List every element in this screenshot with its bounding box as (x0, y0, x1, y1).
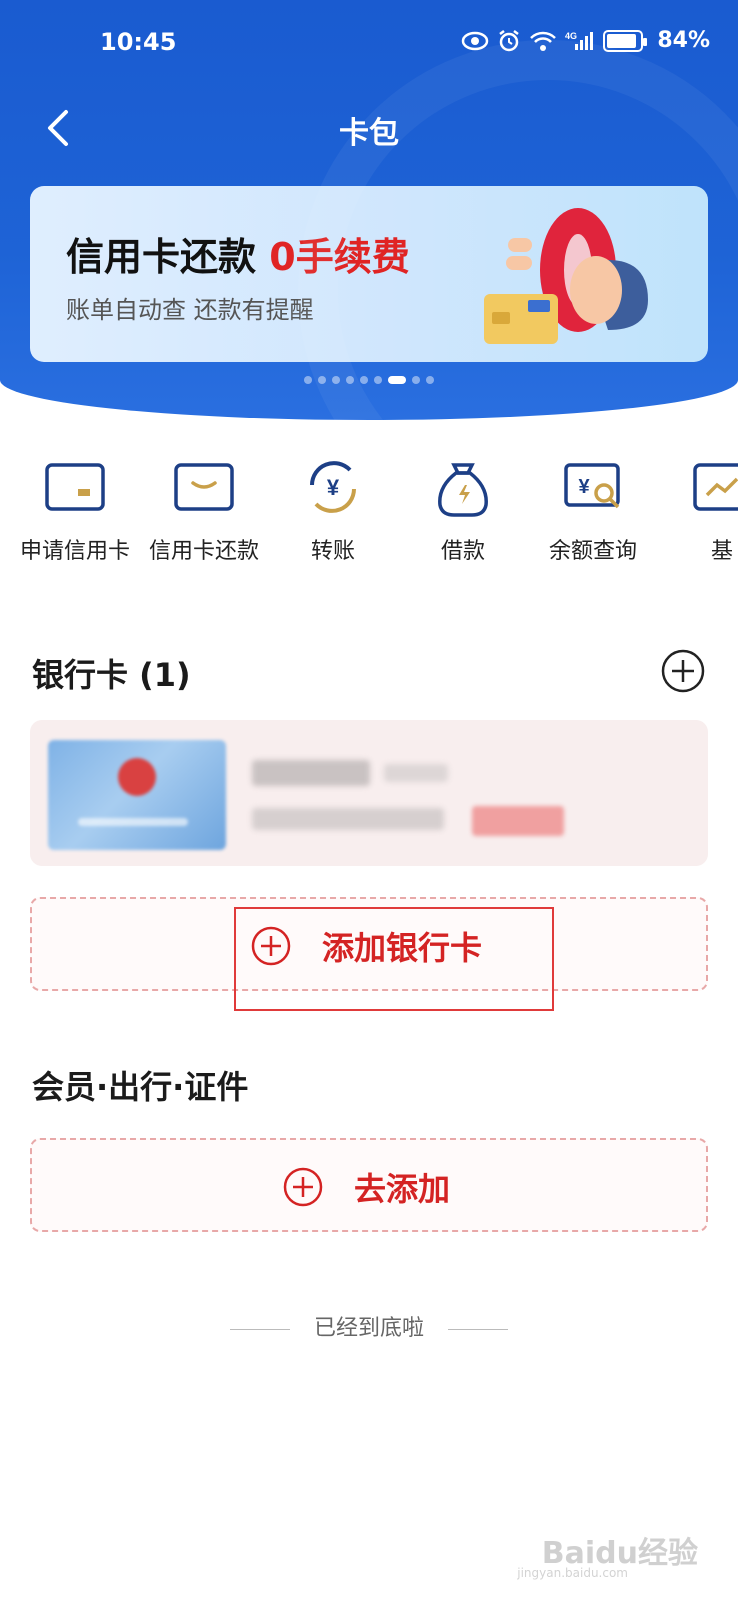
pagination-dot[interactable] (304, 376, 312, 384)
pagination-dot[interactable] (346, 376, 354, 384)
fund-icon (693, 463, 738, 511)
battery-icon (603, 29, 648, 52)
quick-action-balance-query[interactable]: ¥ 余额查询 (523, 455, 663, 565)
bank-card-section-title: 银行卡 (1) (32, 656, 191, 694)
svg-text:¥: ¥ (578, 476, 590, 498)
pagination-dot[interactable] (412, 376, 420, 384)
quick-action-label: 转账 (310, 539, 355, 564)
pagination-dot-active[interactable] (388, 376, 406, 384)
pagination-dot[interactable] (318, 376, 326, 384)
divider-left (229, 1328, 290, 1330)
add-bank-card-row: 添加银行卡 (250, 923, 482, 969)
battery-percent: 84% (657, 28, 710, 53)
quick-action-fund[interactable]: 基 (652, 455, 738, 565)
card-number-blurred (252, 808, 444, 830)
credit-card-apply-icon (45, 463, 105, 511)
svg-text:4G: 4G (565, 31, 577, 41)
add-member-label: 去添加 (354, 1170, 451, 1208)
bank-logo-icon (118, 758, 156, 796)
quick-action-label: 余额查询 (548, 539, 637, 564)
bank-card-image (48, 740, 226, 850)
quick-action-loan[interactable]: 借款 (393, 455, 533, 565)
add-member-button[interactable]: 去添加 (30, 1138, 708, 1232)
pagination-dot[interactable] (426, 376, 434, 384)
quick-action-transfer[interactable]: ¥ 转账 (263, 455, 403, 565)
quick-actions-row: 申请信用卡 信用卡还款 ¥ 转账 借款 ¥ 余额查询 基 (0, 455, 738, 575)
card-stripe (78, 818, 188, 826)
quick-action-label: 借款 (440, 539, 485, 564)
banner-subtitle: 账单自动查 还款有提醒 (66, 296, 314, 324)
status-bar: 10:45 4G 84% (0, 28, 738, 64)
banner-pagination (0, 376, 738, 384)
banner-title-main: 信用卡还款 (66, 235, 257, 279)
promo-banner[interactable]: 信用卡还款 0手续费 账单自动查 还款有提醒 (30, 186, 708, 362)
transfer-icon: ¥ (310, 461, 356, 513)
credit-card-repay-icon (174, 463, 234, 511)
signal-icon: 4G (565, 30, 595, 52)
pagination-dot[interactable] (374, 376, 382, 384)
quick-action-label: 申请信用卡 (19, 539, 130, 564)
quick-action-credit-card-repay[interactable]: 信用卡还款 (134, 455, 274, 565)
plus-circle-icon (283, 1167, 323, 1207)
quick-action-apply-credit-card[interactable]: 申请信用卡 (5, 455, 145, 565)
card-status-badge (472, 806, 564, 836)
quick-action-label: 信用卡还款 (148, 539, 259, 564)
member-section-title: 会员·出行·证件 (32, 1068, 249, 1106)
add-member-row: 去添加 (282, 1164, 450, 1210)
svg-text:¥: ¥ (327, 475, 340, 500)
page-title: 卡包 (339, 116, 399, 151)
banner-title-highlight: 0手续费 (269, 235, 410, 279)
pagination-dot[interactable] (360, 376, 368, 384)
end-text: 已经到底啦 (313, 1316, 424, 1341)
bank-name-blurred (252, 760, 370, 786)
alarm-icon (497, 29, 521, 53)
list-end-indicator: 已经到底啦 (0, 1310, 738, 1342)
nav-bar: 卡包 (0, 100, 738, 156)
banner-title: 信用卡还款 0手续费 (66, 226, 410, 281)
status-icons: 4G 84% (461, 28, 710, 53)
plus-circle-icon (251, 926, 291, 966)
card-type-blurred (384, 764, 448, 782)
add-card-circle-button[interactable] (660, 648, 706, 694)
quick-action-label: 基 (710, 539, 733, 564)
balance-query-icon: ¥ (564, 463, 620, 509)
divider-right (448, 1328, 508, 1330)
zero-fee-illustration (484, 208, 648, 344)
watermark-sub: jingyan.baidu.com (517, 1566, 628, 1580)
loan-bag-icon (438, 463, 488, 517)
add-bank-card-label: 添加银行卡 (322, 929, 483, 967)
add-bank-card-button[interactable]: 添加银行卡 (30, 897, 708, 1011)
header-banner-area: 10:45 4G 84% 卡包 信用卡还款 0手续费 账单自动查 还款有提醒 (0, 0, 738, 420)
bank-card-item[interactable] (30, 720, 708, 866)
pagination-dot[interactable] (332, 376, 340, 384)
eye-icon (461, 31, 489, 51)
plus-circle-icon (661, 649, 705, 693)
wifi-icon (529, 30, 557, 52)
status-time: 10:45 (100, 28, 177, 56)
